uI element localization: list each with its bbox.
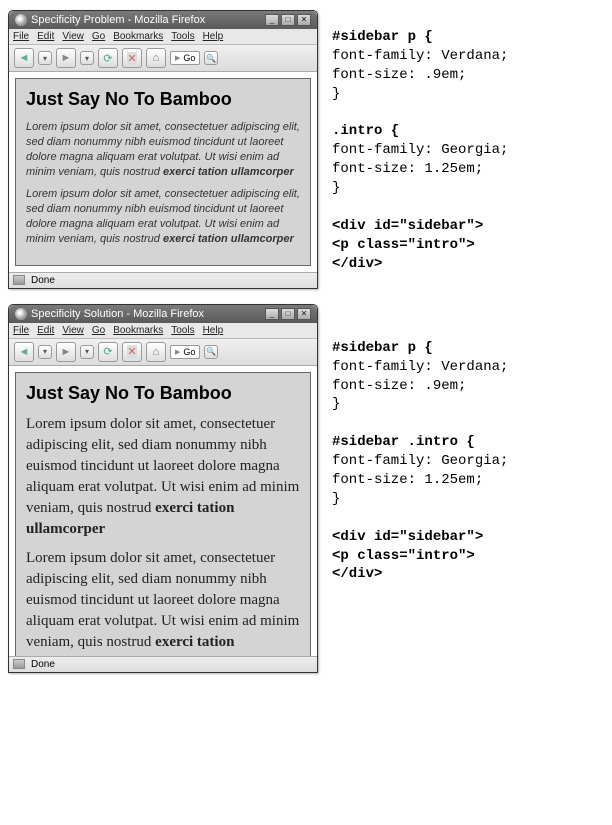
search-icon[interactable]: 🔍 xyxy=(204,51,218,65)
back-dropdown[interactable]: ▾ xyxy=(38,345,52,359)
page-heading: Just Say No To Bamboo xyxy=(26,383,300,404)
statusbar: Done xyxy=(9,656,317,672)
figure-problem: Specificity Problem - Mozilla Firefox _ … xyxy=(0,10,612,289)
viewport: Just Say No To Bamboo Lorem ipsum dolor … xyxy=(9,72,317,272)
menu-help[interactable]: Help xyxy=(203,325,224,336)
status-text: Done xyxy=(31,659,55,670)
window-controls: _ □ ✕ xyxy=(265,14,311,26)
status-icon xyxy=(13,659,25,669)
menu-tools[interactable]: Tools xyxy=(171,325,194,336)
browser-window-solution: Specificity Solution - Mozilla Firefox _… xyxy=(8,304,318,673)
toolbar: ▾ ▾ Go 🔍 xyxy=(9,45,317,72)
forward-button[interactable] xyxy=(56,342,76,362)
menu-edit[interactable]: Edit xyxy=(37,325,54,336)
intro-paragraph-1: Lorem ipsum dolor sit amet, consectetuer… xyxy=(26,120,300,179)
back-button[interactable] xyxy=(14,48,34,68)
home-button[interactable] xyxy=(146,342,166,362)
menu-tools[interactable]: Tools xyxy=(171,31,194,42)
menu-view[interactable]: View xyxy=(62,325,84,336)
menubar: File Edit View Go Bookmarks Tools Help xyxy=(9,323,317,339)
sidebar-demo-box: Just Say No To Bamboo Lorem ipsum dolor … xyxy=(15,78,311,266)
stop-button[interactable] xyxy=(122,342,142,362)
window-title: Specificity Solution - Mozilla Firefox xyxy=(31,308,204,320)
menu-view[interactable]: View xyxy=(62,31,84,42)
forward-button[interactable] xyxy=(56,48,76,68)
menu-edit[interactable]: Edit xyxy=(37,31,54,42)
viewport: Just Say No To Bamboo Lorem ipsum dolor … xyxy=(9,366,317,656)
go-button[interactable]: Go xyxy=(170,51,200,65)
back-button[interactable] xyxy=(14,342,34,362)
sidebar-demo-box: Just Say No To Bamboo Lorem ipsum dolor … xyxy=(15,372,311,656)
reload-button[interactable] xyxy=(98,342,118,362)
menu-go[interactable]: Go xyxy=(92,325,105,336)
menu-bookmarks[interactable]: Bookmarks xyxy=(113,31,163,42)
page-heading: Just Say No To Bamboo xyxy=(26,89,300,110)
menu-bookmarks[interactable]: Bookmarks xyxy=(113,325,163,336)
stop-button[interactable] xyxy=(122,48,142,68)
status-icon xyxy=(13,275,25,285)
menu-file[interactable]: File xyxy=(13,325,29,336)
code-block-solution: #sidebar p { font-family: Verdana; font-… xyxy=(318,304,612,585)
menu-help[interactable]: Help xyxy=(203,31,224,42)
minimize-button[interactable]: _ xyxy=(265,308,279,320)
close-button[interactable]: ✕ xyxy=(297,308,311,320)
window-controls: _ □ ✕ xyxy=(265,308,311,320)
menu-file[interactable]: File xyxy=(13,31,29,42)
search-icon[interactable]: 🔍 xyxy=(204,345,218,359)
reload-button[interactable] xyxy=(98,48,118,68)
code-block-problem: #sidebar p { font-family: Verdana; font-… xyxy=(318,10,612,274)
browser-window-problem: Specificity Problem - Mozilla Firefox _ … xyxy=(8,10,318,289)
forward-dropdown[interactable]: ▾ xyxy=(80,345,94,359)
status-text: Done xyxy=(31,275,55,286)
figure-solution: Specificity Solution - Mozilla Firefox _… xyxy=(0,304,612,673)
menu-go[interactable]: Go xyxy=(92,31,105,42)
firefox-icon xyxy=(15,14,27,26)
window-title: Specificity Problem - Mozilla Firefox xyxy=(31,14,205,26)
menubar: File Edit View Go Bookmarks Tools Help xyxy=(9,29,317,45)
titlebar: Specificity Solution - Mozilla Firefox _… xyxy=(9,305,317,323)
close-button[interactable]: ✕ xyxy=(297,14,311,26)
go-button[interactable]: Go xyxy=(170,345,200,359)
statusbar: Done xyxy=(9,272,317,288)
minimize-button[interactable]: _ xyxy=(265,14,279,26)
intro-paragraph-2: Lorem ipsum dolor sit amet, consectetuer… xyxy=(26,548,300,656)
toolbar: ▾ ▾ Go 🔍 xyxy=(9,339,317,366)
maximize-button[interactable]: □ xyxy=(281,308,295,320)
maximize-button[interactable]: □ xyxy=(281,14,295,26)
titlebar: Specificity Problem - Mozilla Firefox _ … xyxy=(9,11,317,29)
forward-dropdown[interactable]: ▾ xyxy=(80,51,94,65)
firefox-icon xyxy=(15,308,27,320)
back-dropdown[interactable]: ▾ xyxy=(38,51,52,65)
home-button[interactable] xyxy=(146,48,166,68)
intro-paragraph-1: Lorem ipsum dolor sit amet, consectetuer… xyxy=(26,414,300,540)
intro-paragraph-2: Lorem ipsum dolor sit amet, consectetuer… xyxy=(26,187,300,246)
